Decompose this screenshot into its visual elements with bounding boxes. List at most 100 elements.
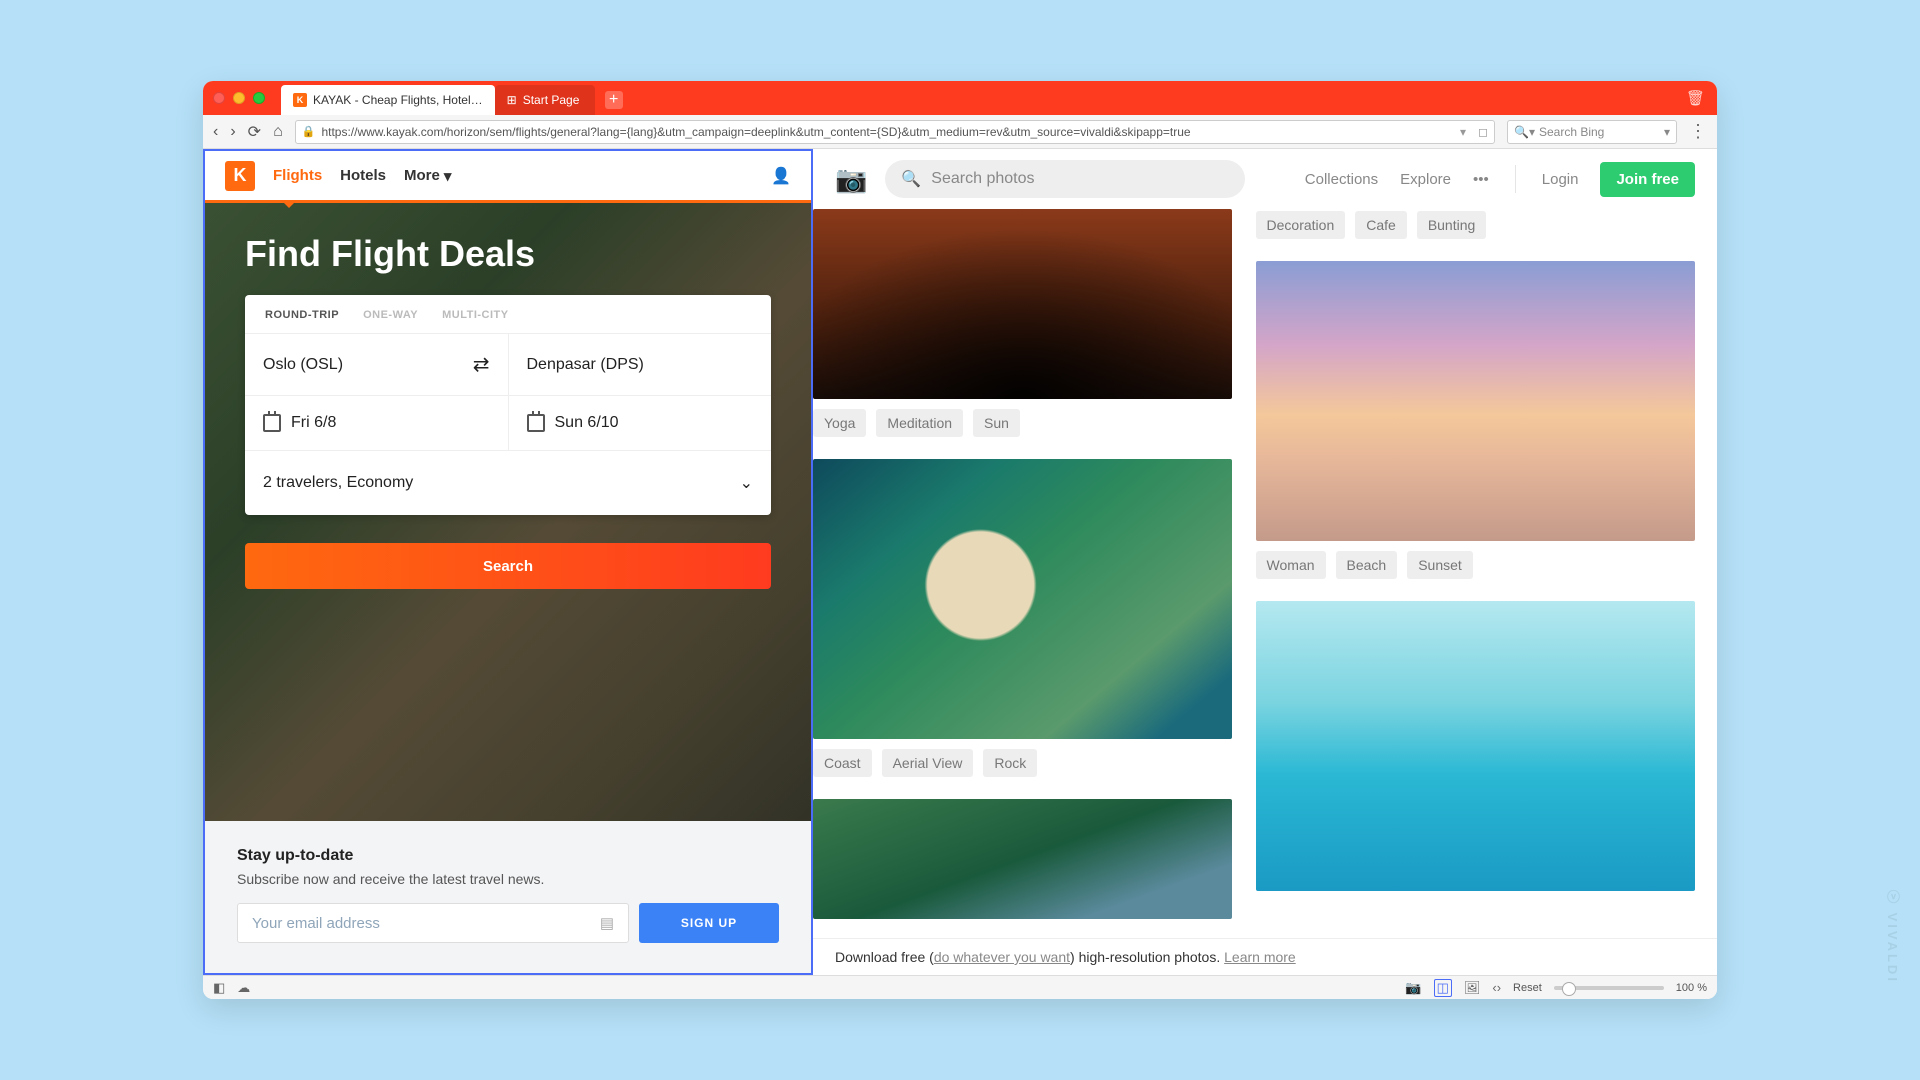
signup-button[interactable]: SIGN UP xyxy=(639,903,779,943)
window-controls xyxy=(213,92,265,104)
capture-icon[interactable]: 📷 xyxy=(1405,980,1421,996)
more-icon[interactable]: ••• xyxy=(1473,171,1489,188)
email-field[interactable]: Your email address ▤ xyxy=(237,903,629,943)
home-button[interactable]: ⌂ xyxy=(273,123,283,141)
search-field[interactable]: 🔍▾ Search Bing ▾ xyxy=(1507,120,1677,144)
grid-col-left: Yoga Meditation Sun Coast Aerial View Ro… xyxy=(813,209,1232,945)
nav-hotels[interactable]: Hotels xyxy=(340,167,386,184)
grid-col-right: Decoration Cafe Bunting Woman Beach Suns… xyxy=(1256,209,1695,945)
nav-collections[interactable]: Collections xyxy=(1305,171,1378,188)
flight-search-card: ROUND-TRIP ONE-WAY MULTI-CITY Oslo (OSL)… xyxy=(245,295,771,515)
search-engine-icon[interactable]: 🔍▾ xyxy=(1514,125,1535,139)
photo-beach-sunset[interactable] xyxy=(1256,261,1695,541)
depart-date-field[interactable]: Fri 6/8 xyxy=(245,396,508,450)
tags-row: Decoration Cafe Bunting xyxy=(1256,211,1695,239)
nav-more[interactable]: More ▾ xyxy=(404,167,451,185)
tiled-pages: K Flights Hotels More ▾ 👤 Find Flight De… xyxy=(203,149,1717,975)
zoom-reset[interactable]: Reset xyxy=(1513,982,1542,994)
tag[interactable]: Bunting xyxy=(1417,211,1486,239)
panel-toggle-icon[interactable]: ◧ xyxy=(213,980,225,996)
newsletter-title: Stay up-to-date xyxy=(237,847,779,865)
bookmark-icon[interactable]: ◻ xyxy=(1478,125,1488,139)
destination-field[interactable]: Denpasar (DPS) xyxy=(508,334,772,395)
menu-button[interactable]: ⋮ xyxy=(1689,121,1707,142)
camera-icon[interactable]: 📷 xyxy=(835,164,867,195)
tab-oneway[interactable]: ONE-WAY xyxy=(363,309,418,321)
zoom-level: 100 % xyxy=(1676,982,1707,994)
code-icon[interactable]: ‹› xyxy=(1492,980,1501,995)
chevron-down-icon[interactable]: ▾ xyxy=(1460,125,1466,139)
tag[interactable]: Sun xyxy=(973,409,1020,437)
minimize-window[interactable] xyxy=(233,92,245,104)
back-button[interactable]: ‹ xyxy=(213,123,218,141)
tag[interactable]: Woman xyxy=(1256,551,1326,579)
nav-explore[interactable]: Explore xyxy=(1400,171,1451,188)
chevron-down-icon: ▾ xyxy=(444,167,452,185)
search-icon: 🔍 xyxy=(901,169,921,189)
unsplash-nav: Collections Explore ••• Login Join free xyxy=(1305,162,1695,197)
tag[interactable]: Meditation xyxy=(876,409,963,437)
photo-yoga-silhouette[interactable] xyxy=(813,209,1232,399)
swap-icon[interactable]: ⇄ xyxy=(473,352,490,377)
images-icon[interactable]: 🖼 xyxy=(1464,980,1481,996)
download-banner: Download free (do whatever you want) hig… xyxy=(813,938,1717,975)
origin-field[interactable]: Oslo (OSL) ⇄ xyxy=(245,334,508,395)
tag[interactable]: Rock xyxy=(983,749,1037,777)
tag[interactable]: Coast xyxy=(813,749,872,777)
chevron-down-icon: ⌄ xyxy=(740,473,753,493)
tags-row: Coast Aerial View Rock xyxy=(813,749,1232,777)
status-bar: ◧ ☁ 📷 ◫ 🖼 ‹› Reset 100 % xyxy=(203,975,1717,999)
newsletter-sub: Subscribe now and receive the latest tra… xyxy=(237,871,779,887)
photo-infinity-pool[interactable] xyxy=(1256,601,1695,891)
close-window[interactable] xyxy=(213,92,225,104)
search-input[interactable]: 🔍 Search photos xyxy=(885,160,1245,198)
user-icon[interactable]: 👤 xyxy=(771,166,791,186)
trash-icon[interactable]: 🗑 xyxy=(1686,89,1705,107)
search-button[interactable]: Search xyxy=(245,543,771,589)
tab-roundtrip[interactable]: ROUND-TRIP xyxy=(265,309,339,321)
join-button[interactable]: Join free xyxy=(1600,162,1695,197)
tag[interactable]: Beach xyxy=(1336,551,1398,579)
tab-kayak[interactable]: K KAYAK - Cheap Flights, Hotel… xyxy=(281,85,495,115)
kayak-nav: K Flights Hotels More ▾ 👤 xyxy=(205,151,811,203)
learn-more-link[interactable]: Learn more xyxy=(1224,949,1296,965)
pane-unsplash: 📷 🔍 Search photos Collections Explore ••… xyxy=(813,149,1717,975)
trip-type-tabs: ROUND-TRIP ONE-WAY MULTI-CITY xyxy=(245,295,771,334)
tab-multicity[interactable]: MULTI-CITY xyxy=(442,309,509,321)
kayak-hero: Find Flight Deals ROUND-TRIP ONE-WAY MUL… xyxy=(205,203,811,821)
maximize-window[interactable] xyxy=(253,92,265,104)
kayak-logo[interactable]: K xyxy=(225,161,255,191)
calendar-icon xyxy=(263,414,281,432)
contact-card-icon[interactable]: ▤ xyxy=(600,914,614,932)
license-link[interactable]: do whatever you want xyxy=(934,949,1070,965)
browser-window: K KAYAK - Cheap Flights, Hotel… ⊞ Start … xyxy=(203,81,1717,999)
toolbar: ‹ › ⟳ ⌂ 🔒 https://www.kayak.com/horizon/… xyxy=(203,115,1717,149)
tag[interactable]: Yoga xyxy=(813,409,866,437)
photo-green-cliff[interactable] xyxy=(813,799,1232,919)
tag[interactable]: Sunset xyxy=(1407,551,1473,579)
address-bar[interactable]: 🔒 https://www.kayak.com/horizon/sem/flig… xyxy=(295,120,1495,144)
travelers-field[interactable]: 2 travelers, Economy ⌄ xyxy=(245,451,771,515)
zoom-slider[interactable] xyxy=(1554,986,1664,990)
lock-icon: 🔒 xyxy=(302,125,316,138)
pane-kayak: K Flights Hotels More ▾ 👤 Find Flight De… xyxy=(203,149,813,975)
tag[interactable]: Aerial View xyxy=(882,749,974,777)
tag[interactable]: Decoration xyxy=(1256,211,1346,239)
sync-icon[interactable]: ☁ xyxy=(237,980,250,996)
tab-startpage[interactable]: ⊞ Start Page xyxy=(495,85,595,115)
tab-strip: K KAYAK - Cheap Flights, Hotel… ⊞ Start … xyxy=(203,81,1717,115)
nav-flights[interactable]: Flights xyxy=(273,167,322,184)
tile-icon[interactable]: ◫ xyxy=(1434,979,1452,997)
tags-row: Yoga Meditation Sun xyxy=(813,409,1232,437)
return-date-field[interactable]: Sun 6/10 xyxy=(508,396,772,450)
tag[interactable]: Cafe xyxy=(1355,211,1407,239)
photo-aerial-coast[interactable] xyxy=(813,459,1232,739)
unsplash-header: 📷 🔍 Search photos Collections Explore ••… xyxy=(813,149,1717,209)
reload-button[interactable]: ⟳ xyxy=(248,122,261,142)
chevron-down-icon[interactable]: ▾ xyxy=(1664,125,1670,139)
new-tab-button[interactable]: + xyxy=(605,91,623,109)
tab-title: Start Page xyxy=(523,93,580,107)
forward-button[interactable]: › xyxy=(230,123,235,141)
login-link[interactable]: Login xyxy=(1542,171,1579,188)
url-text: https://www.kayak.com/horizon/sem/flight… xyxy=(321,125,1190,139)
